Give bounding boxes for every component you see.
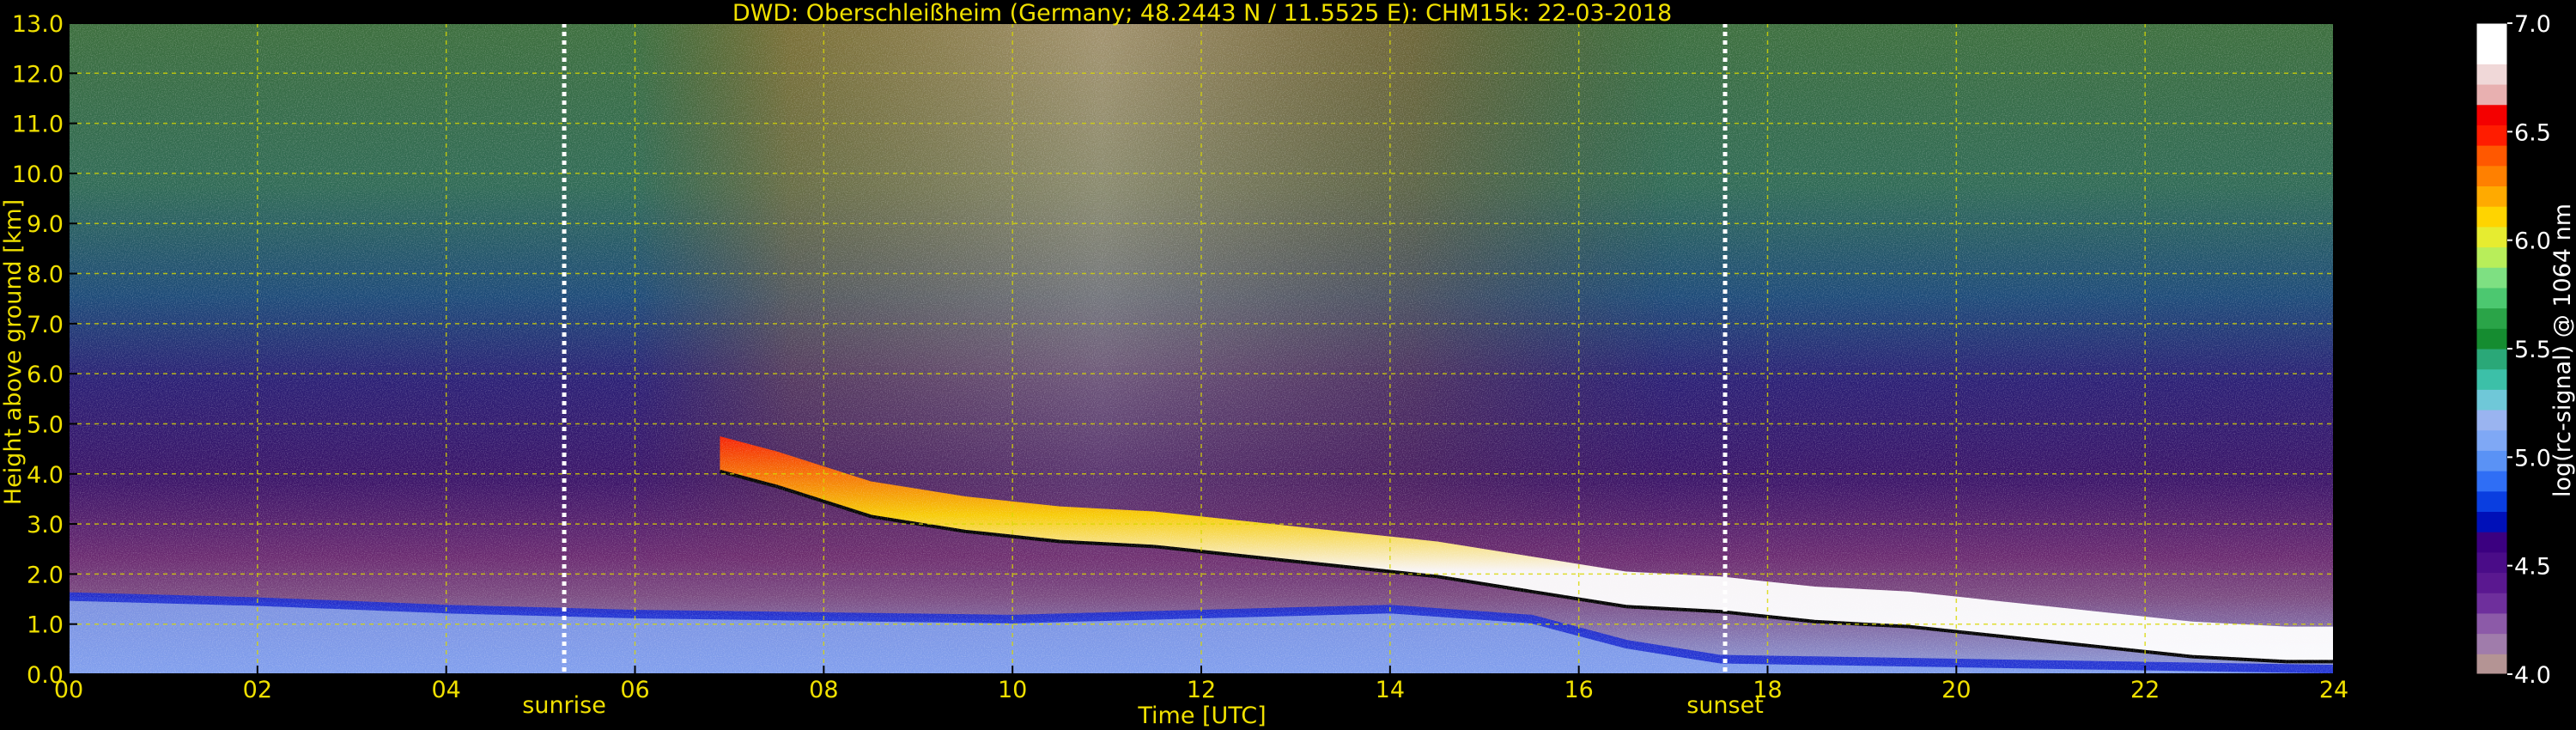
colorbar-segment xyxy=(2476,145,2507,167)
colorbar-segment xyxy=(2476,226,2507,248)
x-tick-label: 10 xyxy=(998,677,1027,703)
colorbar-tick-label: 4.0 xyxy=(2514,662,2551,689)
colorbar-segment xyxy=(2476,64,2507,85)
colorbar-tick-label: 6.5 xyxy=(2514,119,2551,146)
colorbar-segment xyxy=(2476,532,2507,553)
colorbar-segment xyxy=(2476,287,2507,309)
colorbar-segment xyxy=(2476,593,2507,614)
colorbar-segment xyxy=(2476,633,2507,654)
chart-title: DWD: Oberschleißheim (Germany; 48.2443 N… xyxy=(732,0,1672,27)
colorbar-label: log(rc-signal) @ 1064 nm xyxy=(2549,204,2576,497)
colorbar-tick-label: 6.0 xyxy=(2514,228,2551,255)
x-tick-label: 24 xyxy=(2319,677,2348,703)
colorbar: 4.0 4.5 5.0 5.5 6.0 6.5 7.0 xyxy=(2476,11,2551,689)
colorbar-segment xyxy=(2476,267,2507,289)
colorbar-segment xyxy=(2476,349,2507,370)
colorbar-segment xyxy=(2476,125,2507,146)
y-tick-label: 4.0 xyxy=(27,462,64,489)
colorbar-segment xyxy=(2476,104,2507,125)
colorbar-segment xyxy=(2476,307,2507,329)
colorbar-tick-label: 7.0 xyxy=(2514,11,2551,38)
y-tick-label: 12.0 xyxy=(12,61,64,88)
y-tick-label: 6.0 xyxy=(27,362,64,388)
colorbar-segment xyxy=(2476,165,2507,186)
x-tick-label: 16 xyxy=(1564,677,1593,703)
y-tick-label: 8.0 xyxy=(27,262,64,289)
colorbar-segment xyxy=(2476,511,2507,532)
y-tick-label: 2.0 xyxy=(27,562,64,588)
y-tick-label: 11.0 xyxy=(12,112,64,138)
y-tick-label: 3.0 xyxy=(27,512,64,538)
x-tick-label: 08 xyxy=(809,677,838,703)
y-axis-label: Height above ground [km] xyxy=(0,199,27,505)
ceilometer-chart: sunrise sunset 00 02 04 06 08 10 12 14 16 18 20 22 24… xyxy=(0,0,2576,730)
colorbar-segment xyxy=(2476,43,2507,64)
colorbar-segment xyxy=(2476,206,2507,228)
x-tick-label: 04 xyxy=(431,677,460,703)
y-tick-label: 5.0 xyxy=(27,411,64,438)
colorbar-tick-label: 5.5 xyxy=(2514,337,2551,363)
colorbar-segment xyxy=(2476,471,2507,492)
colorbar-segment xyxy=(2476,572,2507,593)
x-tick-label: 06 xyxy=(620,677,649,703)
y-tick-label: 7.0 xyxy=(27,312,64,338)
colorbar-segment xyxy=(2476,328,2507,350)
y-tick-label: 0.0 xyxy=(27,662,64,689)
colorbar-segment xyxy=(2476,246,2507,268)
x-tick-label: 12 xyxy=(1187,677,1216,703)
colorbar-segment xyxy=(2476,551,2507,574)
x-tick-label: 02 xyxy=(243,677,272,703)
colorbar-segment xyxy=(2476,84,2507,106)
sunrise-label: sunrise xyxy=(522,692,606,719)
colorbar-segment xyxy=(2476,490,2507,512)
colorbar-segment xyxy=(2476,186,2507,207)
colorbar-segment xyxy=(2476,389,2507,411)
x-tick-label: 14 xyxy=(1376,677,1405,703)
chart-svg: sunrise sunset 00 02 04 06 08 10 12 14 16 18 20 22 24… xyxy=(0,0,2576,729)
colorbar-segment xyxy=(2476,410,2507,431)
colorbar-segment xyxy=(2476,612,2507,635)
y-tick-label: 9.0 xyxy=(27,211,64,238)
y-tick-label: 10.0 xyxy=(12,161,64,188)
colorbar-segment xyxy=(2476,368,2507,390)
x-tick-label: 20 xyxy=(1941,677,1971,703)
x-tick-label: 18 xyxy=(1753,677,1782,703)
x-axis-label: Time [UTC] xyxy=(1137,703,1266,729)
colorbar-segment xyxy=(2476,429,2507,451)
colorbar-segment xyxy=(2476,23,2507,45)
y-tick-label: 1.0 xyxy=(27,612,64,639)
colorbar-segment xyxy=(2476,450,2507,471)
y-tick-label: 13.0 xyxy=(12,11,64,38)
colorbar-tick-label: 5.0 xyxy=(2514,445,2551,471)
x-tick-label: 22 xyxy=(2130,677,2160,703)
colorbar-segment xyxy=(2476,654,2507,675)
colorbar-tick-label: 4.5 xyxy=(2514,554,2551,581)
